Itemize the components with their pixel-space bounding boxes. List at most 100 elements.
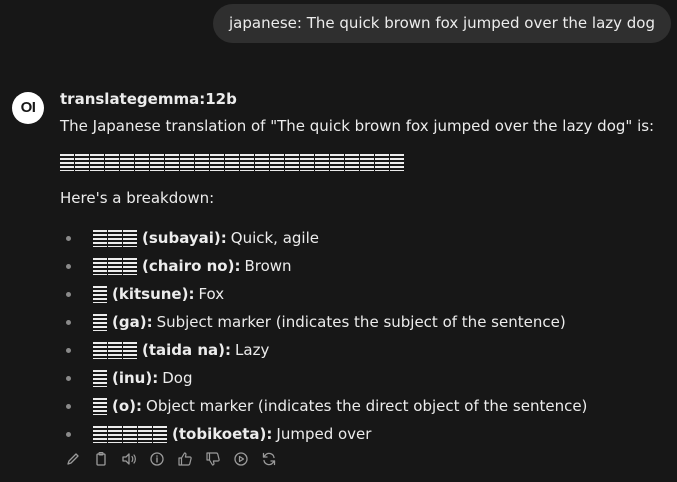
breakdown-term: (tobikoeta):	[172, 425, 273, 443]
breakdown-term: (o):	[112, 397, 143, 415]
missing-glyph-icon	[60, 153, 74, 171]
japanese-glyphs	[93, 229, 137, 247]
breakdown-item: (ga): Subject marker (indicates the subje…	[66, 308, 587, 336]
read-aloud-icon	[122, 453, 136, 465]
missing-glyph-icon	[93, 257, 107, 275]
breakdown-description: Brown	[244, 257, 292, 275]
breakdown-description: Fox	[198, 285, 225, 303]
bullet-icon	[66, 235, 71, 241]
missing-glyph-icon	[93, 425, 107, 443]
missing-glyph-icon	[120, 153, 134, 171]
breakdown-description: Lazy	[235, 341, 270, 359]
missing-glyph-icon	[360, 153, 374, 171]
missing-glyph-icon	[195, 153, 209, 171]
thumbs-up-button[interactable]	[176, 450, 194, 468]
missing-glyph-icon	[108, 229, 122, 247]
missing-glyph-icon	[150, 153, 164, 171]
bullet-icon	[66, 319, 71, 325]
user-message-text: japanese: The quick brown fox jumped ove…	[229, 14, 655, 32]
breakdown-term: (taida na):	[142, 341, 232, 359]
missing-glyph-icon	[153, 425, 167, 443]
missing-glyph-icon	[93, 313, 107, 331]
translation-text	[60, 151, 404, 173]
avatar-text: OI	[20, 99, 36, 116]
japanese-glyphs	[93, 257, 137, 275]
breakdown-item: (inu): Dog	[66, 364, 587, 392]
japanese-glyphs	[93, 313, 107, 331]
missing-glyph-icon	[138, 425, 152, 443]
breakdown-description: Subject marker (indicates the subject of…	[156, 313, 566, 331]
translation-glyphs	[60, 153, 404, 171]
thumbs-down-icon	[206, 452, 220, 466]
japanese-glyphs	[93, 341, 137, 359]
breakdown-item: (kitsune): Fox	[66, 280, 587, 308]
breakdown-term: (inu):	[112, 369, 159, 387]
breakdown-term: (kitsune):	[112, 285, 195, 303]
model-avatar: OI	[12, 92, 44, 124]
missing-glyph-icon	[90, 153, 104, 171]
missing-glyph-icon	[225, 153, 239, 171]
breakdown-list: (subayai): Quick, agile (chairo no): Brown(…	[66, 224, 587, 448]
message-actions	[64, 450, 278, 468]
missing-glyph-icon	[285, 153, 299, 171]
info-button[interactable]	[148, 450, 166, 468]
copy-button[interactable]	[92, 450, 110, 468]
bullet-icon	[66, 431, 71, 437]
missing-glyph-icon	[180, 153, 194, 171]
missing-glyph-icon	[105, 153, 119, 171]
breakdown-description: Dog	[162, 369, 193, 387]
japanese-glyphs	[93, 369, 107, 387]
missing-glyph-icon	[123, 425, 137, 443]
copy-icon	[96, 451, 106, 466]
missing-glyph-icon	[135, 153, 149, 171]
info-icon	[150, 452, 164, 466]
missing-glyph-icon	[93, 229, 107, 247]
chat-page: japanese: The quick brown fox jumped ove…	[0, 0, 677, 482]
breakdown-item: (taida na): Lazy	[66, 336, 587, 364]
missing-glyph-icon	[300, 153, 314, 171]
japanese-glyphs	[93, 425, 167, 443]
response-intro: The Japanese translation of "The quick b…	[60, 117, 655, 135]
breakdown-item: (tobikoeta): Jumped over	[66, 420, 587, 448]
japanese-glyphs	[93, 397, 107, 415]
missing-glyph-icon	[108, 257, 122, 275]
model-name: translategemma:12b	[60, 90, 237, 108]
missing-glyph-icon	[123, 257, 137, 275]
missing-glyph-icon	[123, 341, 137, 359]
breakdown-term: (ga):	[112, 313, 153, 331]
regenerate-icon	[262, 452, 276, 466]
continue-button[interactable]	[232, 450, 250, 468]
missing-glyph-icon	[75, 153, 89, 171]
missing-glyph-icon	[93, 369, 107, 387]
thumbs-down-button[interactable]	[204, 450, 222, 468]
missing-glyph-icon	[108, 341, 122, 359]
breakdown-item: (o): Object marker (indicates the direct …	[66, 392, 587, 420]
missing-glyph-icon	[345, 153, 359, 171]
breakdown-description: Quick, agile	[230, 229, 319, 247]
missing-glyph-icon	[330, 153, 344, 171]
missing-glyph-icon	[165, 153, 179, 171]
japanese-glyphs	[93, 285, 107, 303]
missing-glyph-icon	[210, 153, 224, 171]
missing-glyph-icon	[240, 153, 254, 171]
edit-icon	[67, 453, 79, 465]
breakdown-description: Object marker (indicates the direct obje…	[146, 397, 588, 415]
regenerate-button[interactable]	[260, 450, 278, 468]
missing-glyph-icon	[123, 229, 137, 247]
breakdown-heading: Here's a breakdown:	[60, 189, 215, 207]
missing-glyph-icon	[315, 153, 329, 171]
bullet-icon	[66, 347, 71, 353]
read-aloud-button[interactable]	[120, 450, 138, 468]
breakdown-description: Jumped over	[276, 425, 372, 443]
bullet-icon	[66, 375, 71, 381]
edit-button[interactable]	[64, 450, 82, 468]
missing-glyph-icon	[270, 153, 284, 171]
missing-glyph-icon	[255, 153, 269, 171]
thumbs-up-icon	[178, 452, 192, 466]
breakdown-term: (chairo no):	[142, 257, 241, 275]
missing-glyph-icon	[108, 425, 122, 443]
bullet-icon	[66, 403, 71, 409]
missing-glyph-icon	[93, 397, 107, 415]
missing-glyph-icon	[390, 153, 404, 171]
breakdown-item: (chairo no): Brown	[66, 252, 587, 280]
